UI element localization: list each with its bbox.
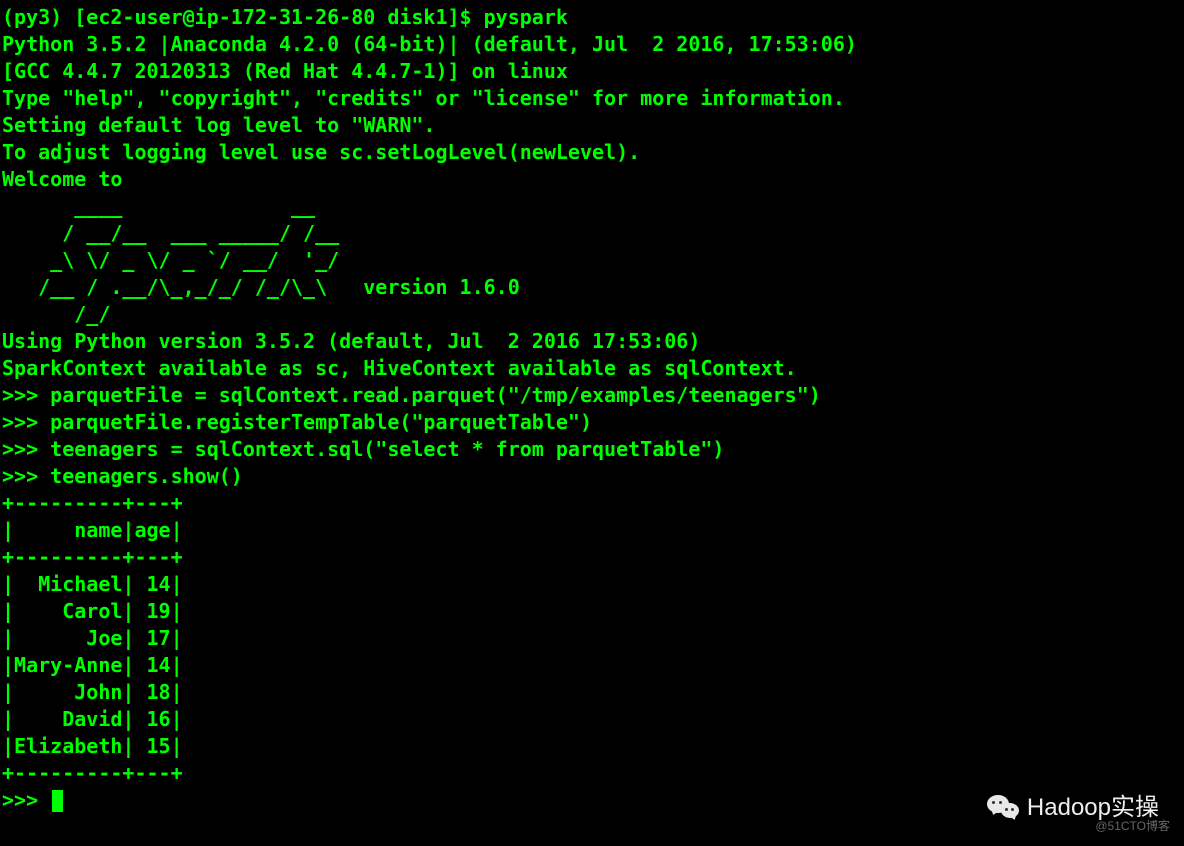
terminal-cursor bbox=[52, 790, 63, 812]
terminal-line: >>> teenagers.show() bbox=[2, 463, 1182, 490]
terminal-line: SparkContext available as sc, HiveContex… bbox=[2, 355, 1182, 382]
terminal-line: | Joe| 17| bbox=[2, 625, 1182, 652]
terminal-line: (py3) [ec2-user@ip-172-31-26-80 disk1]$ … bbox=[2, 4, 1182, 31]
terminal-line: >>> parquetFile = sqlContext.read.parque… bbox=[2, 382, 1182, 409]
wechat-icon bbox=[987, 793, 1021, 821]
terminal-line: +---------+---+ bbox=[2, 760, 1182, 787]
terminal-line: | Carol| 19| bbox=[2, 598, 1182, 625]
terminal-line: _\ \/ _ \/ _ `/ __/ '_/ bbox=[2, 247, 1182, 274]
terminal-line: /_/ bbox=[2, 301, 1182, 328]
terminal-line: |Mary-Anne| 14| bbox=[2, 652, 1182, 679]
terminal-line: |Elizabeth| 15| bbox=[2, 733, 1182, 760]
terminal-line: | John| 18| bbox=[2, 679, 1182, 706]
terminal-line: +---------+---+ bbox=[2, 490, 1182, 517]
terminal-line: | David| 16| bbox=[2, 706, 1182, 733]
terminal-line: / __/__ ___ _____/ /__ bbox=[2, 220, 1182, 247]
terminal-line: >>> teenagers = sqlContext.sql("select *… bbox=[2, 436, 1182, 463]
terminal-line: Type "help", "copyright", "credits" or "… bbox=[2, 85, 1182, 112]
terminal-line: Setting default log level to "WARN". bbox=[2, 112, 1182, 139]
copyright-text: @51CTO博客 bbox=[1095, 813, 1170, 840]
terminal-line: ____ __ bbox=[2, 193, 1182, 220]
terminal-line: | name|age| bbox=[2, 517, 1182, 544]
terminal-line: Using Python version 3.5.2 (default, Jul… bbox=[2, 328, 1182, 355]
terminal-line: >>> parquetFile.registerTempTable("parqu… bbox=[2, 409, 1182, 436]
terminal-line: Welcome to bbox=[2, 166, 1182, 193]
terminal-line: To adjust logging level use sc.setLogLev… bbox=[2, 139, 1182, 166]
terminal-line: | Michael| 14| bbox=[2, 571, 1182, 598]
terminal-line: /__ / .__/\_,_/_/ /_/\_\ version 1.6.0 bbox=[2, 274, 1182, 301]
terminal-line: Python 3.5.2 |Anaconda 4.2.0 (64-bit)| (… bbox=[2, 31, 1182, 58]
terminal-line: [GCC 4.4.7 20120313 (Red Hat 4.4.7-1)] o… bbox=[2, 58, 1182, 85]
terminal-output[interactable]: (py3) [ec2-user@ip-172-31-26-80 disk1]$ … bbox=[2, 4, 1182, 814]
terminal-line: +---------+---+ bbox=[2, 544, 1182, 571]
